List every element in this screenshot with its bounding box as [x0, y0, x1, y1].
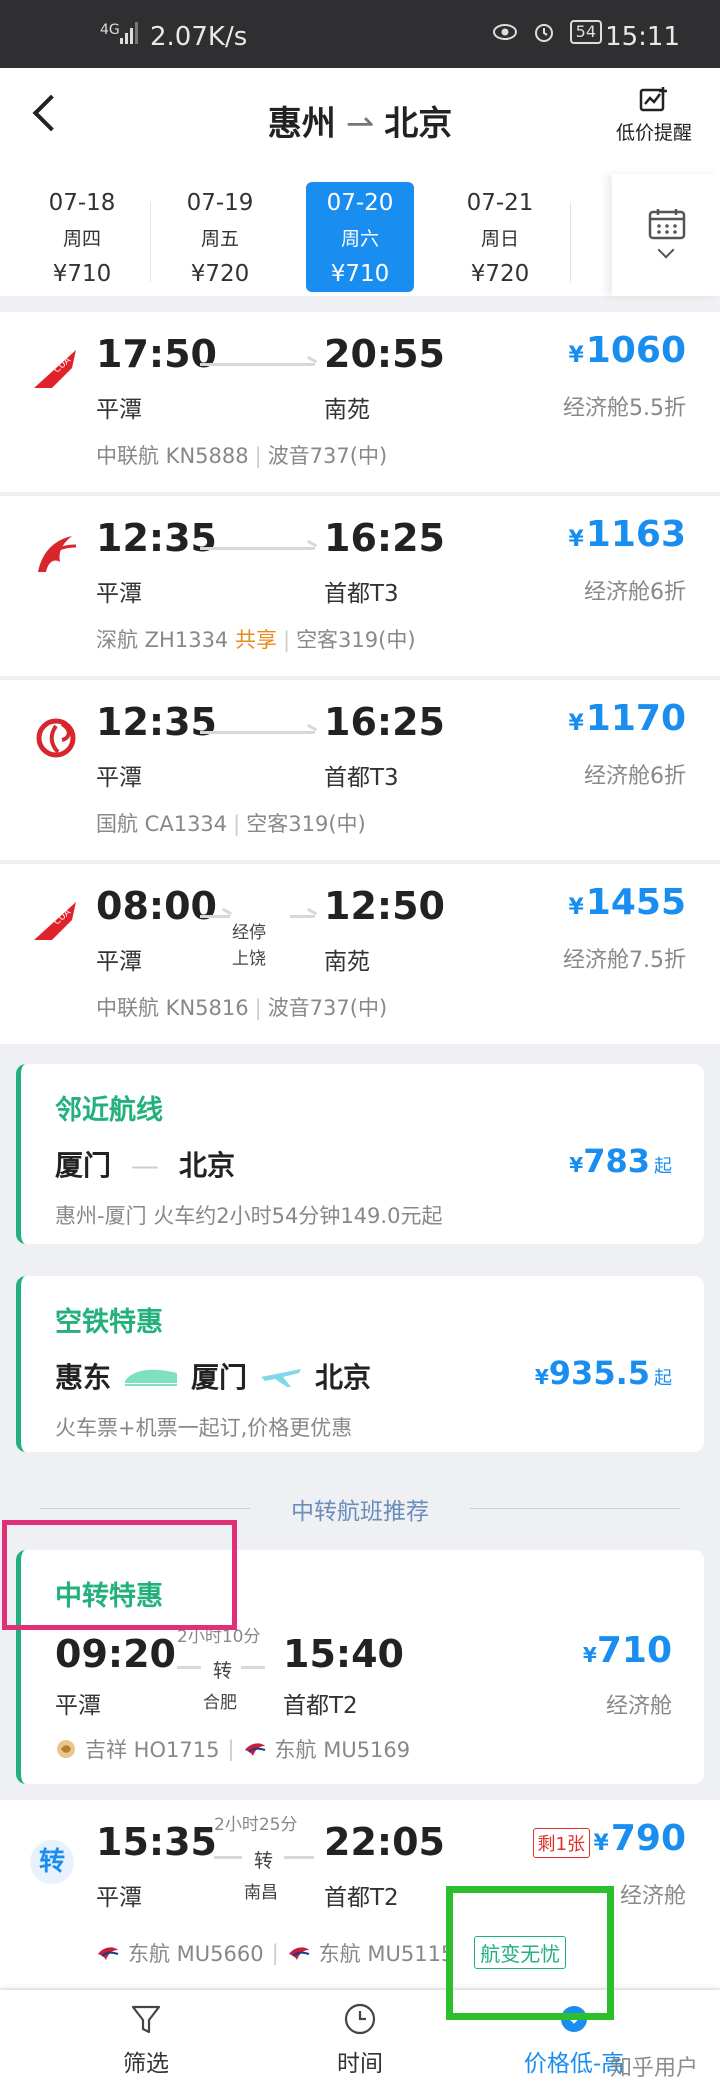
price-alert-button[interactable]: 低价提醒 [616, 86, 692, 145]
clock: 15:11 [605, 22, 680, 52]
flight-row[interactable]: CUA 08:00 经停 上饶 12:50 平潭 南苑 ¥1455 经济舱7.5折… [0, 864, 720, 1046]
chevron-down-icon [657, 241, 675, 259]
flight-price: ¥1163 [568, 514, 686, 555]
flight-row[interactable]: CUA 17:50 20:55 平潭 南苑 ¥1060 经济舱5.5折 中联航 … [0, 312, 720, 494]
nearby-route-card[interactable]: 邻近航线 厦门 — 北京 ¥783 起 惠州-厦门 火车约2小时54分钟149.0元起 [16, 1064, 704, 1244]
china-united-airlines-logo-icon: CUA [34, 902, 76, 940]
highlight-box-green [446, 1886, 614, 2020]
juneyao-logo-icon [57, 1740, 75, 1758]
china-united-airlines-logo-icon: CUA [34, 350, 76, 388]
status-bar: 4G 2.07K/s 54 15:11 [0, 0, 720, 68]
net-speed: 2.07K/s [150, 22, 248, 52]
calendar-icon [648, 209, 686, 240]
battery-icon: 54 [569, 20, 602, 44]
date-selector: 07-18 周四 ¥710 07-19 周五 ¥720 07-20 周六 ¥71… [0, 174, 720, 296]
filter-icon [131, 2005, 161, 2034]
remaining-seats-badge: 剩1张 [532, 1828, 590, 1858]
train-icon [125, 1369, 178, 1386]
date-tab[interactable]: 07-18 周四 ¥710 [28, 182, 136, 292]
network-type: 4G [100, 22, 120, 38]
filter-tab[interactable]: 筛选 [66, 2002, 226, 2078]
eye-icon [492, 24, 517, 40]
transfer-badge-icon: 转 [30, 1840, 74, 1884]
china-eastern-logo-icon [244, 1743, 265, 1756]
flight-price: ¥1060 [568, 330, 686, 371]
flight-price: ¥1455 [568, 882, 686, 923]
stopover-label: 经停 上饶 [232, 923, 266, 969]
transfer-section-divider: 中转航班推荐 [40, 1492, 680, 1525]
rail-air-card[interactable]: 空铁特惠 惠东 厦门 北京 ¥935.5 起 火车票+机票一起订,价格更优惠 [16, 1276, 704, 1452]
alarm-icon [534, 24, 553, 42]
date-tab[interactable]: 07-21 周日 ¥720 [446, 182, 554, 292]
date-tab-active[interactable]: 07-20 周六 ¥710 [306, 182, 414, 292]
route-arrow-icon: ⇀ [345, 104, 375, 144]
shenzhen-airlines-logo-icon [38, 536, 77, 572]
flight-price: ¥790 [593, 1818, 686, 1859]
calendar-button[interactable] [612, 174, 720, 296]
codeshare-tag: 共享 [234, 628, 277, 652]
highlight-box-pink [2, 1520, 237, 1630]
clock-icon [344, 2003, 376, 2035]
watermark: 知乎用户 [609, 2056, 698, 2081]
page-title: 惠州 ⇀ 北京 [267, 104, 453, 144]
flight-price: ¥1170 [568, 698, 686, 739]
signal-icon [120, 22, 138, 44]
plane-icon [261, 1369, 302, 1387]
time-sort-tab[interactable]: 时间 [280, 2002, 440, 2078]
header: 惠州 ⇀ 北京 低价提醒 [0, 68, 720, 174]
china-eastern-logo-icon [288, 1946, 310, 1960]
flight-row[interactable]: 12:35 16:25 平潭 首都T3 ¥1163 经济舱6折 深航 ZH133… [0, 496, 720, 678]
chart-alert-icon [639, 87, 667, 112]
flight-row[interactable]: 12:35 16:25 平潭 首都T3 ¥1170 经济舱6折 国航 CA133… [0, 680, 720, 862]
date-tab[interactable]: 07-19 周五 ¥720 [166, 182, 274, 292]
air-china-logo-icon [36, 718, 76, 758]
china-eastern-logo-icon [98, 1946, 119, 1960]
